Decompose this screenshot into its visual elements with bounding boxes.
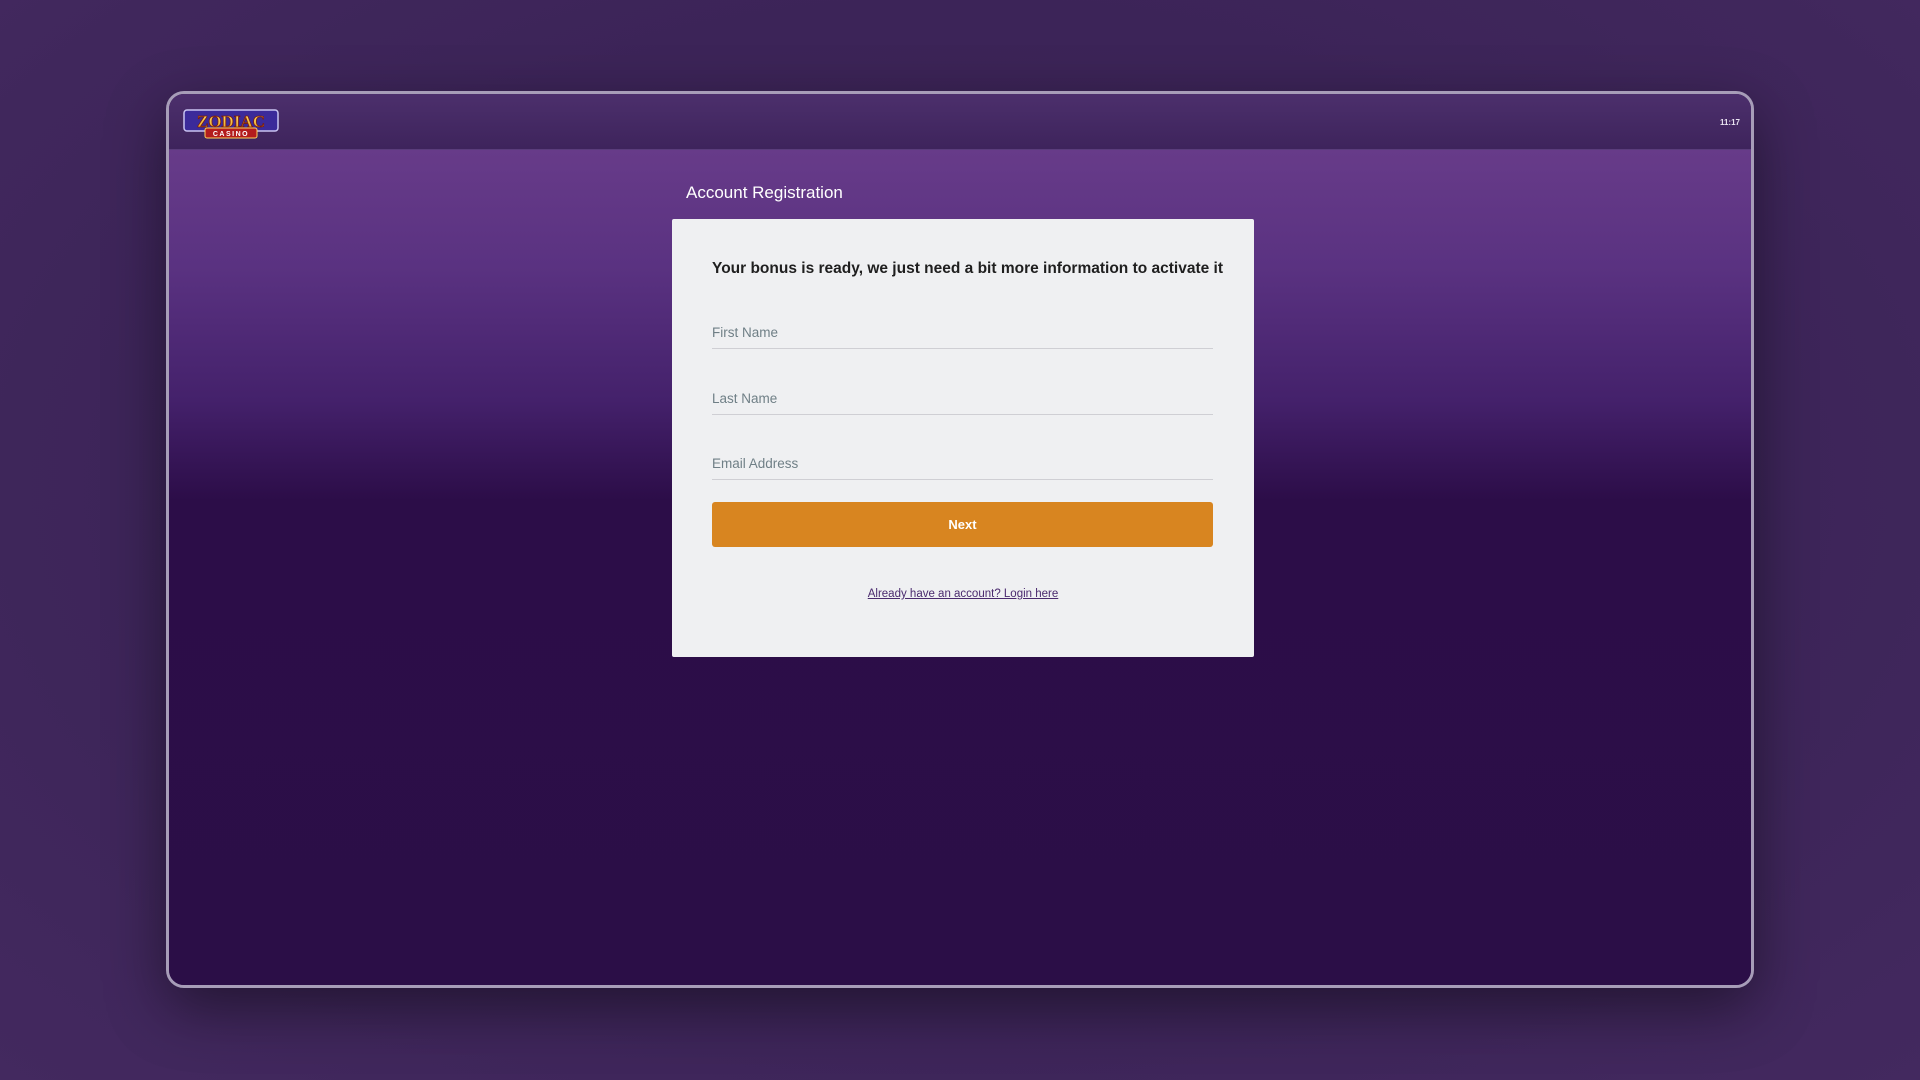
zodiac-casino-logo[interactable]: ZODIAC CASINO (183, 107, 279, 139)
last-name-input[interactable] (712, 375, 1213, 414)
login-link[interactable]: Already have an account? Login here (672, 588, 1254, 600)
bonus-heading: Your bonus is ready, we just need a bit … (712, 260, 1224, 277)
last-name-field (712, 375, 1213, 415)
email-input[interactable] (712, 440, 1213, 479)
logo-subtext: CASINO (213, 131, 249, 138)
device-frame: ZODIAC CASINO 11:17 Account Registration… (166, 91, 1754, 988)
email-field (712, 440, 1213, 480)
main-screen: Account Registration Your bonus is ready… (169, 150, 1751, 985)
clock: 11:17 (1719, 118, 1740, 127)
page-title: Account Registration (686, 183, 843, 202)
first-name-input[interactable] (712, 309, 1213, 348)
first-name-field (712, 309, 1213, 349)
top-bar: ZODIAC CASINO 11:17 (169, 94, 1751, 150)
next-button[interactable]: Next (712, 502, 1213, 547)
registration-card: Your bonus is ready, we just need a bit … (672, 219, 1254, 657)
